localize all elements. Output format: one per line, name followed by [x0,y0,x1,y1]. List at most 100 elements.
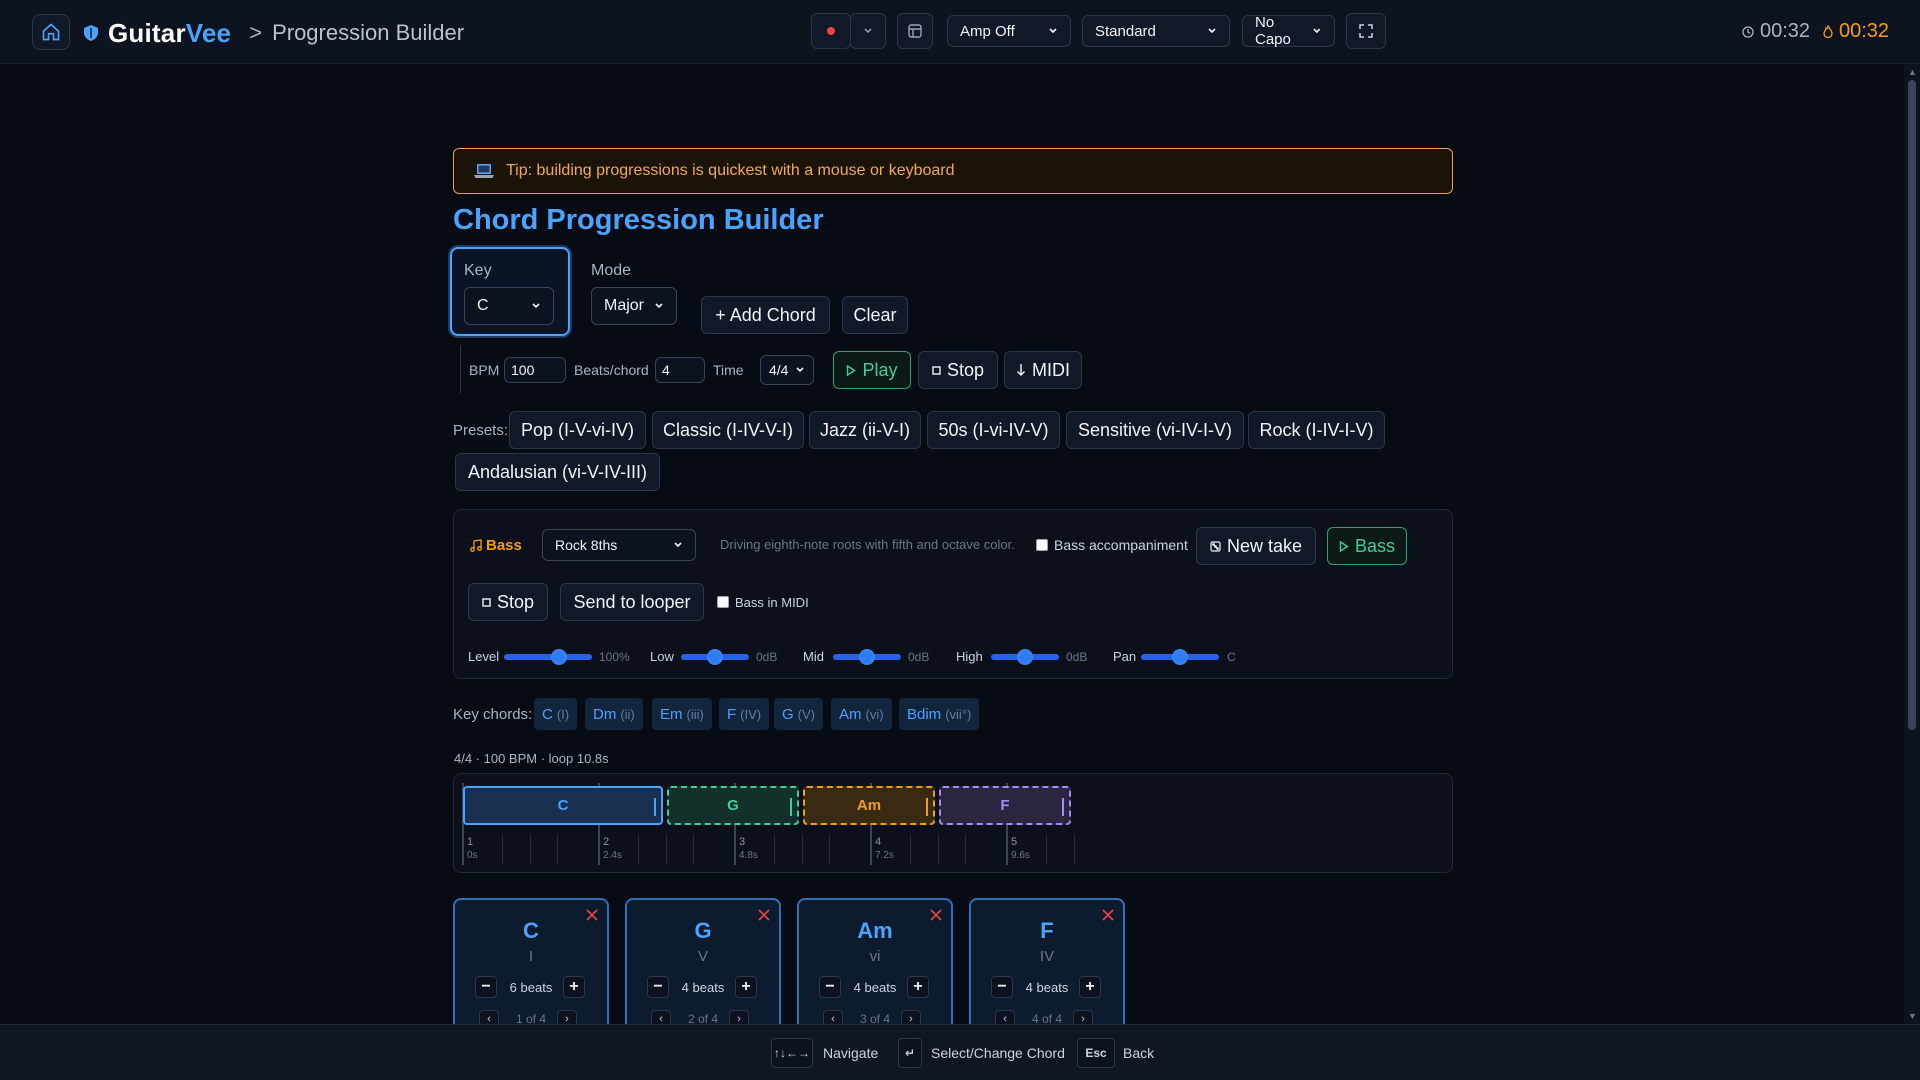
resize-handle[interactable] [1062,798,1064,816]
bass-play-label: Bass [1354,535,1396,556]
practice-timer: 00:32 [1823,20,1889,43]
increase-beats-button[interactable]: + [563,976,585,998]
beat-gridline [557,834,558,864]
record-options-button[interactable] [850,13,886,49]
bass-style-select[interactable]: Rock 8ths [542,529,696,561]
time-signature-value: 4/4 [769,362,789,378]
block-label: F [1000,797,1010,814]
bass-mid-slider[interactable] [833,649,901,665]
brand[interactable]: GuitarVee > Progression Builder [84,16,464,50]
chord-roman: (vii°) [945,706,972,722]
layout-button[interactable] [897,13,933,49]
clear-button[interactable]: Clear [842,296,908,334]
timeline-block-am[interactable]: Am [803,786,935,825]
key-chord-em[interactable]: Em (iii) [652,698,712,730]
beat-gridline [1046,834,1047,864]
bass-high-slider[interactable] [991,649,1059,665]
stop-button[interactable]: Stop [918,351,998,389]
key-select[interactable]: C [464,287,554,325]
preset-50s-button[interactable]: 50s (I-vi-IV-V) [927,411,1060,449]
key-chord-bdim[interactable]: Bdim (vii°) [899,698,980,730]
key-chord-f[interactable]: F (IV) [719,698,770,730]
new-take-button[interactable]: New take [1196,527,1316,565]
resize-handle[interactable] [790,798,792,816]
chord-roman: (vi) [865,706,884,722]
scroll-down-arrow[interactable]: ▼ [1908,1012,1917,1021]
capo-select[interactable]: No Capo [1242,14,1335,48]
bass-level-slider[interactable] [504,649,592,665]
bass-high-label: High [956,649,983,664]
enter-key: ↵ [898,1038,922,1068]
bass-in-midi-checkbox[interactable] [717,596,729,608]
card-chord-name: G [694,918,712,943]
presets-label: Presets: [453,422,509,439]
bass-stop-label: Stop [496,591,535,612]
tuning-select[interactable]: Standard [1082,15,1230,47]
bass-pan-value: C [1227,650,1236,664]
layout-icon [908,24,922,38]
laptop-icon [474,164,494,178]
chord-roman: (I) [556,706,570,722]
home-button[interactable] [32,14,70,50]
bass-stop-button[interactable]: Stop [468,583,548,621]
chord-card-f[interactable]: F IV − 4 beats + ‹ 4 of 4 › [969,898,1125,1038]
increase-beats-button[interactable]: + [1079,976,1101,998]
bass-pan-slider[interactable] [1141,649,1219,665]
key-chord-dm[interactable]: Dm (ii) [585,698,643,730]
slider-thumb[interactable] [550,649,567,665]
key-chord-c[interactable]: C (I) [534,698,578,730]
key-chord-am[interactable]: Am (vi) [831,698,892,730]
preset-sensitive-button[interactable]: Sensitive (vi-IV-I-V) [1066,411,1244,449]
resize-handle[interactable] [926,798,928,816]
practice-timer-value: 00:32 [1839,20,1890,42]
scroll-thumb[interactable] [1908,80,1916,730]
bass-high-value: 0dB [1066,650,1088,664]
timeline-block-f[interactable]: F [939,786,1071,825]
bass-in-midi-label: Bass in MIDI [735,595,809,610]
preset-classic-button[interactable]: Classic (I-IV-V-I) [652,411,804,449]
beats-per-chord-input[interactable]: 4 [655,357,705,383]
preset-pop-button[interactable]: Pop (I-V-vi-IV) [509,411,646,449]
timeline-block-c[interactable]: C [463,786,663,825]
amp-select[interactable]: Amp Off [947,15,1071,47]
bass-low-slider[interactable] [681,649,749,665]
slider-thumb[interactable] [707,649,723,665]
midi-export-button[interactable]: MIDI [1004,351,1082,389]
resize-handle[interactable] [654,798,656,816]
bass-play-button[interactable]: Bass [1327,527,1407,565]
breadcrumb-page: Progression Builder [272,20,465,45]
bass-low-label: Low [650,649,674,664]
slider-thumb[interactable] [1017,649,1033,665]
time-signature-select[interactable]: 4/4 [760,355,814,385]
chord-card-c[interactable]: C I − 6 beats + ‹ 1 of 4 › [453,898,609,1038]
play-button[interactable]: Play [833,351,911,389]
music-note-icon [470,539,482,552]
scrollbar[interactable]: ▲ ▼ [1904,64,1920,1024]
timeline-block-g[interactable]: G [667,786,799,825]
fullscreen-button[interactable] [1346,13,1386,49]
chord-card-am[interactable]: Am vi − 4 beats + ‹ 3 of 4 › [797,898,953,1038]
key-chord-g[interactable]: G (V) [774,698,824,730]
brand-name: GuitarVee [108,17,232,48]
session-timer-value: 00:32 [1760,20,1811,42]
chord-card-g[interactable]: G V − 4 beats + ‹ 2 of 4 › [625,898,781,1038]
card-chord-name: F [1040,918,1054,943]
slider-thumb[interactable] [1172,649,1188,665]
preset-rock-button[interactable]: Rock (I-IV-I-V) [1248,411,1385,449]
send-to-looper-button[interactable]: Send to looper [560,583,704,621]
add-chord-button[interactable]: + Add Chord [701,296,830,334]
record-button[interactable] [811,13,851,49]
preset-andalusian-button[interactable]: Andalusian (vi-V-IV-III) [455,453,660,491]
bpm-input[interactable]: 100 [504,357,566,383]
play-icon [1339,540,1349,552]
beat-gridline [666,834,667,864]
slider-thumb[interactable] [859,649,875,665]
bass-pan-label: Pan [1113,649,1137,664]
increase-beats-button[interactable]: + [907,976,929,998]
breadcrumb-separator: > [249,20,263,45]
mode-select[interactable]: Major [591,287,677,325]
preset-jazz-button[interactable]: Jazz (ii-V-I) [809,411,921,449]
increase-beats-button[interactable]: + [735,976,757,998]
scroll-up-arrow[interactable]: ▲ [1908,68,1917,77]
bass-accompaniment-checkbox[interactable] [1036,539,1048,551]
